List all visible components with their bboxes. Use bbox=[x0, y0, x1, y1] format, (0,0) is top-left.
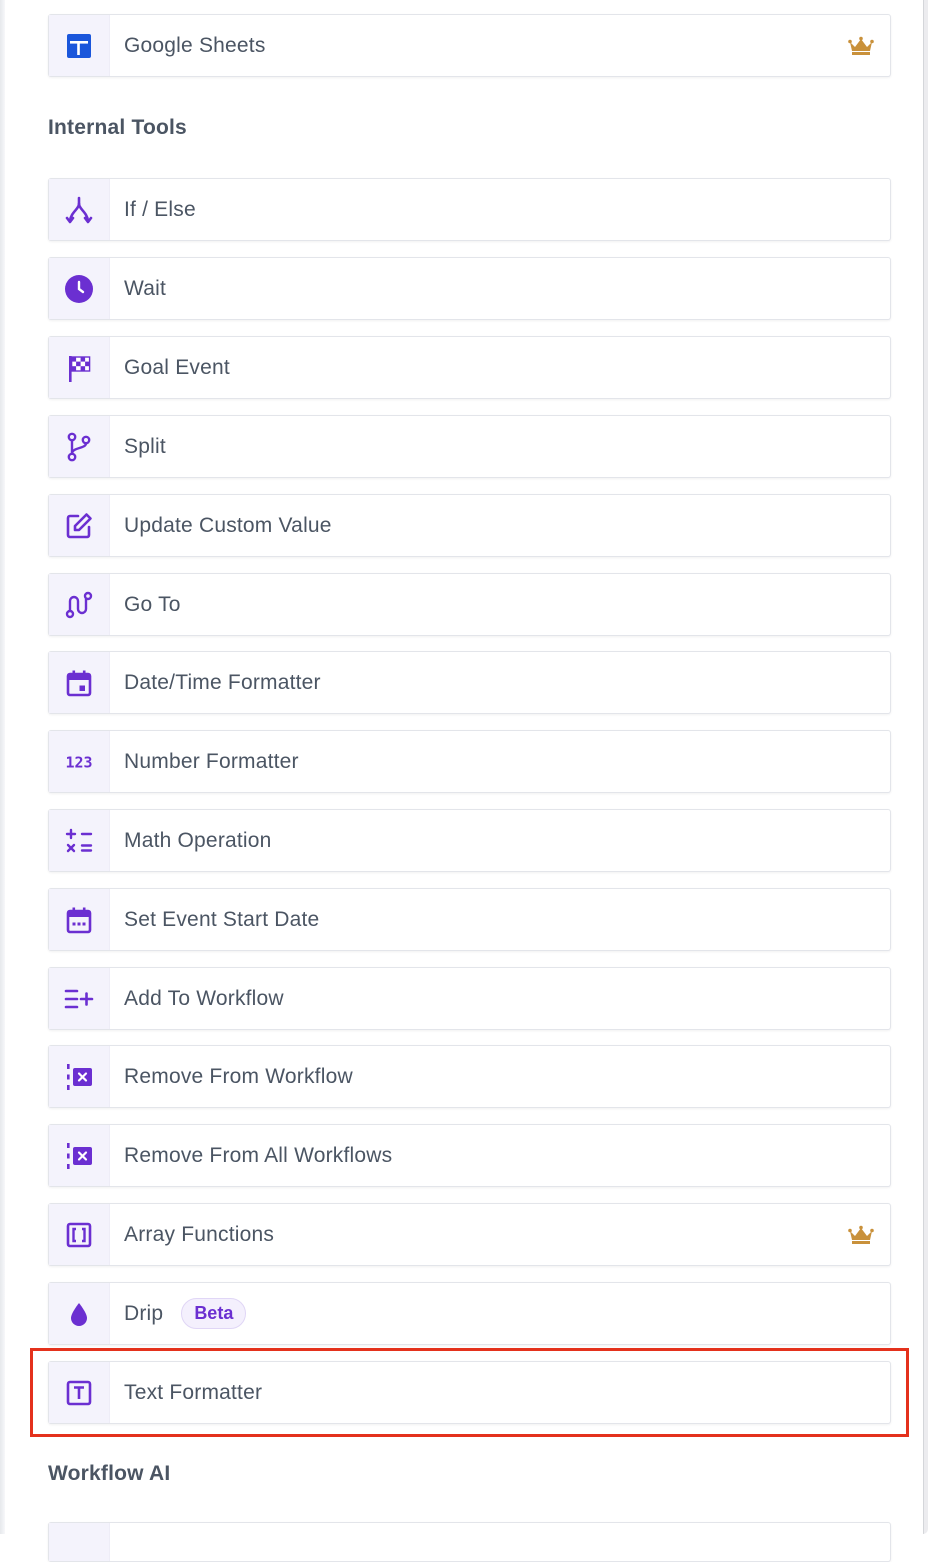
beta-badge: Beta bbox=[181, 1298, 247, 1329]
action-go-to[interactable]: Go To bbox=[48, 573, 891, 636]
drop-icon bbox=[49, 1283, 110, 1344]
action-label: Math Operation bbox=[124, 828, 272, 852]
action-goal-event[interactable]: Goal Event bbox=[48, 336, 891, 399]
remove-from-workflow-icon bbox=[49, 1046, 110, 1107]
number-123-icon: 123 bbox=[49, 731, 110, 792]
action-math-operation[interactable]: Math Operation bbox=[48, 809, 891, 872]
action-label: Add To Workflow bbox=[124, 986, 284, 1010]
action-label: Wait bbox=[124, 276, 167, 300]
action-label: Google Sheets bbox=[124, 33, 266, 57]
action-label: Goal Event bbox=[124, 355, 230, 379]
section-title-workflow-ai: Workflow AI bbox=[48, 1462, 171, 1485]
action-label: Set Event Start Date bbox=[124, 907, 320, 931]
calculator-operators-icon bbox=[49, 810, 110, 871]
crown-icon bbox=[848, 1225, 874, 1245]
action-split[interactable]: Split bbox=[48, 415, 891, 478]
calendar-icon bbox=[49, 652, 110, 713]
action-remove-from-workflow[interactable]: Remove From Workflow bbox=[48, 1045, 891, 1108]
action-label: Drip bbox=[124, 1301, 164, 1325]
action-workflow-ai-item[interactable] bbox=[48, 1522, 891, 1562]
section-title-internal-tools: Internal Tools bbox=[48, 116, 187, 139]
action-label: Remove From All Workflows bbox=[124, 1143, 393, 1167]
action-array-functions[interactable]: Array Functions bbox=[48, 1203, 891, 1266]
route-icon bbox=[49, 574, 110, 635]
action-drip[interactable]: Drip Beta bbox=[48, 1282, 891, 1345]
action-remove-from-all-workflows[interactable]: Remove From All Workflows bbox=[48, 1124, 891, 1187]
action-label: Array Functions bbox=[124, 1222, 275, 1246]
action-update-custom-value[interactable]: Update Custom Value bbox=[48, 494, 891, 557]
checkered-flag-icon bbox=[49, 337, 110, 398]
action-number-formatter[interactable]: 123 Number Formatter bbox=[48, 730, 891, 793]
highlight-box-text-formatter bbox=[30, 1348, 909, 1437]
action-label: Number Formatter bbox=[124, 749, 299, 773]
action-label: Remove From Workflow bbox=[124, 1064, 353, 1088]
action-google-sheets[interactable]: Google Sheets bbox=[48, 14, 891, 77]
action-label: Go To bbox=[124, 592, 181, 616]
action-label: If / Else bbox=[124, 197, 196, 221]
crown-icon bbox=[848, 36, 874, 56]
action-date-time-formatter[interactable]: Date/Time Formatter bbox=[48, 651, 891, 714]
branch-icon bbox=[49, 416, 110, 477]
brackets-icon bbox=[49, 1204, 110, 1265]
panel-scrollbar-edge bbox=[923, 0, 928, 1534]
if-else-icon bbox=[49, 179, 110, 240]
action-add-to-workflow[interactable]: Add To Workflow bbox=[48, 967, 891, 1030]
edit-icon bbox=[49, 495, 110, 556]
action-set-event-start-date[interactable]: Set Event Start Date bbox=[48, 888, 891, 951]
action-label: Date/Time Formatter bbox=[124, 670, 321, 694]
remove-from-all-workflows-icon bbox=[49, 1125, 110, 1186]
action-picker-panel: Google Sheets Internal Tools If / Else W… bbox=[5, 0, 923, 1562]
svg-text:123: 123 bbox=[65, 753, 92, 771]
calendar-dots-icon bbox=[49, 889, 110, 950]
action-label: Split bbox=[124, 434, 166, 458]
clock-icon bbox=[49, 258, 110, 319]
list-add-icon bbox=[49, 968, 110, 1029]
action-label: Update Custom Value bbox=[124, 513, 332, 537]
action-if-else[interactable]: If / Else bbox=[48, 178, 891, 241]
workflow-ai-icon bbox=[49, 1523, 110, 1561]
action-wait[interactable]: Wait bbox=[48, 257, 891, 320]
google-sheets-icon bbox=[49, 15, 110, 76]
